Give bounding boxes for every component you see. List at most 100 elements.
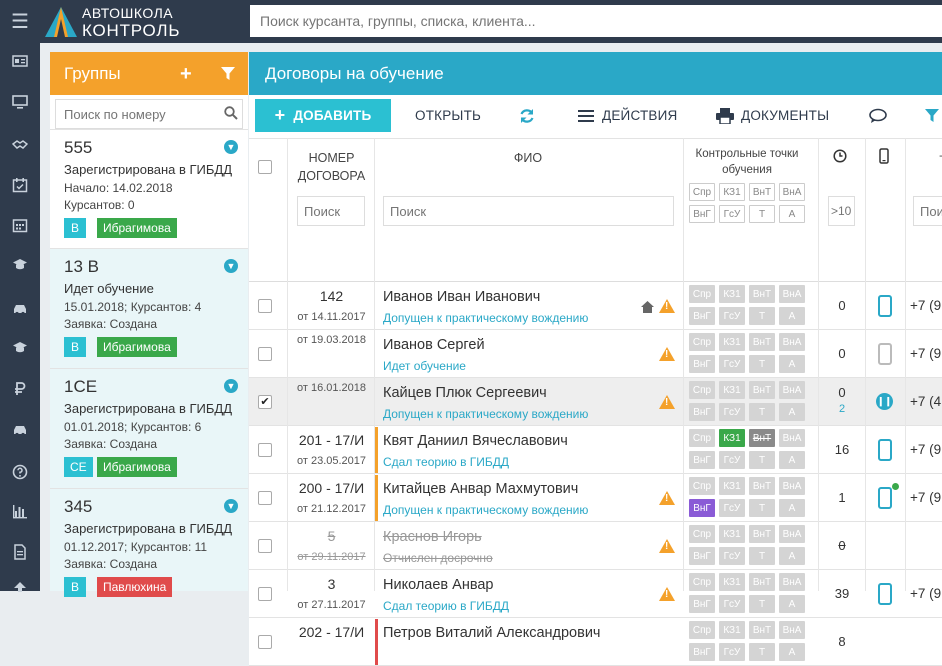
checkpoint-chip[interactable]: ВнТ (749, 381, 775, 399)
checkpoint-chip[interactable]: Т (749, 355, 775, 373)
help-icon[interactable] (0, 462, 40, 482)
checkpoint-header-chip[interactable]: Спр (689, 183, 715, 201)
chevron-down-icon[interactable]: ▼ (224, 259, 238, 273)
checkpoint-chip[interactable]: ВнГ (689, 643, 715, 661)
checkpoint-chip[interactable]: ВнА (779, 429, 805, 447)
checkpoint-chip[interactable]: ВнА (779, 525, 805, 543)
refresh-button[interactable] (519, 99, 535, 132)
checkpoint-chip[interactable]: ВнГ (689, 307, 715, 325)
menu-icon[interactable]: ☰ (0, 0, 40, 43)
checkpoint-chip[interactable]: ВнГ (689, 355, 715, 373)
mobile-app-icon[interactable] (878, 343, 892, 365)
checkpoint-chip[interactable]: ВнА (779, 381, 805, 399)
checkpoint-chip[interactable]: ГсУ (719, 355, 745, 373)
checkpoint-chip[interactable]: КЗ1 (719, 285, 745, 303)
checkpoint-chip[interactable]: Спр (689, 477, 715, 495)
checkpoint-chip[interactable]: КЗ1 (719, 429, 745, 447)
bar-chart-icon[interactable] (0, 501, 40, 521)
phone-filter-input[interactable] (913, 196, 942, 226)
checkpoint-chip[interactable]: Спр (689, 573, 715, 591)
checkpoint-chip[interactable]: ВнГ (689, 595, 715, 613)
row-checkbox[interactable] (258, 635, 272, 649)
checkpoint-chip[interactable]: Спр (689, 285, 715, 303)
table-row[interactable]: 3 от 27.11.2017 Николаев Анвар Сдал теорию … (249, 570, 942, 618)
checkpoint-header-chip[interactable]: ВнТ (749, 183, 775, 201)
graduation-cap-icon[interactable] (0, 254, 40, 274)
checkpoint-chip[interactable]: А (779, 355, 805, 373)
checkpoint-chip[interactable]: ВнА (779, 285, 805, 303)
document-icon[interactable] (0, 542, 40, 562)
group-card[interactable]: 555 ▼ Зарегистрирована в ГИБДД Начало: 14.0… (50, 129, 248, 248)
checkpoint-chip[interactable]: ВнА (779, 573, 805, 591)
table-row[interactable]: 5 от 29.11.2017 Краснов Игорь Отчислен доср… (249, 522, 942, 570)
checkpoint-chip[interactable]: ГсУ (719, 499, 745, 517)
row-checkbox[interactable]: ✔ (258, 395, 272, 409)
group-search-input[interactable] (55, 99, 243, 129)
mobile-app-icon[interactable] (878, 439, 892, 461)
checkpoint-chip[interactable]: Т (749, 403, 775, 421)
id-card-icon[interactable] (0, 51, 40, 71)
checkpoint-header-chip[interactable]: КЗ1 (719, 183, 745, 201)
checkpoint-chip[interactable]: Спр (689, 525, 715, 543)
checkpoint-chip[interactable]: А (779, 307, 805, 325)
app-logo[interactable]: АВТОШКОЛА КОНТРОЛЬ (42, 4, 242, 40)
table-row[interactable]: 142 от 14.11.2017 Иванов Иван Иванович Допу… (249, 282, 942, 330)
pause-icon[interactable]: ❙❙ (876, 393, 893, 410)
count-filter-input[interactable] (828, 196, 855, 226)
row-checkbox[interactable] (258, 347, 272, 361)
checkpoint-chip[interactable]: КЗ1 (719, 573, 745, 591)
calendar-icon[interactable] (0, 215, 40, 235)
checkpoint-chip[interactable]: ВнТ (749, 621, 775, 639)
checkpoint-chip[interactable]: Т (749, 547, 775, 565)
checkpoint-chip[interactable]: Спр (689, 621, 715, 639)
checkpoint-chip[interactable]: Т (749, 307, 775, 325)
student-name[interactable]: Петров Виталий Александрович (383, 625, 600, 641)
student-name[interactable]: Китайцев Анвар Махмутович (383, 481, 578, 497)
chevron-down-icon[interactable]: ▼ (224, 140, 238, 154)
student-name[interactable]: Кайцев Плюк Сергеевич (383, 385, 547, 401)
checkpoint-chip[interactable]: ГсУ (719, 403, 745, 421)
column-header-number[interactable]: НОМЕР ДОГОВОРА (289, 149, 374, 185)
checkpoint-chip[interactable]: ВнА (779, 477, 805, 495)
table-row[interactable]: 202 - 17/И Петров Виталий Александрович Сп… (249, 618, 942, 666)
chevron-down-icon[interactable]: ▼ (224, 499, 238, 513)
column-header-fio[interactable]: ФИО (383, 151, 673, 165)
student-name[interactable]: Иванов Иван Иванович (383, 289, 540, 305)
row-checkbox[interactable] (258, 443, 272, 457)
global-search-input[interactable] (250, 5, 942, 37)
documents-button[interactable]: ДОКУМЕНТЫ (716, 99, 829, 132)
table-filter-button[interactable] (925, 99, 939, 132)
mobile-app-icon[interactable] (878, 487, 892, 509)
handshake-icon[interactable] (0, 134, 40, 154)
checkpoint-chip[interactable]: ВнТ (749, 429, 775, 447)
chevron-down-icon[interactable]: ▼ (224, 379, 238, 393)
group-card[interactable]: 1CE ▼ Зарегистрирована в ГИБДД 01.01.2018; … (50, 368, 248, 488)
checkpoint-chip[interactable]: А (779, 547, 805, 565)
checkpoint-header-chip[interactable]: ВнА (779, 183, 805, 201)
filter-icon[interactable] (221, 67, 235, 81)
checkpoint-chip[interactable]: ГсУ (719, 307, 745, 325)
search-icon[interactable] (224, 106, 238, 120)
mobile-app-icon[interactable] (878, 583, 892, 605)
checkpoint-chip[interactable]: А (779, 403, 805, 421)
checkpoint-chip[interactable]: ГсУ (719, 643, 745, 661)
checkpoint-chip[interactable]: ГсУ (719, 451, 745, 469)
table-row[interactable]: ✔ от 16.01.2018 Кайцев Плюк Сергеевич Допущ… (249, 378, 942, 426)
calendar-check-icon[interactable] (0, 175, 40, 195)
checkpoint-header-chip[interactable]: ГсУ (719, 205, 745, 223)
checkpoint-chip[interactable]: Спр (689, 333, 715, 351)
checkpoint-chip[interactable]: КЗ1 (719, 381, 745, 399)
checkpoint-chip[interactable]: ВнТ (749, 333, 775, 351)
row-checkbox[interactable] (258, 587, 272, 601)
row-checkbox[interactable] (258, 299, 272, 313)
checkpoint-chip[interactable]: ВнА (779, 621, 805, 639)
checkpoint-chip[interactable]: ВнГ (689, 547, 715, 565)
checkpoint-chip[interactable]: КЗ1 (719, 621, 745, 639)
student-name[interactable]: Квят Даниил Вячеславович (383, 433, 568, 449)
row-checkbox[interactable] (258, 491, 272, 505)
car-icon[interactable] (0, 299, 40, 319)
checkpoint-chip[interactable]: ВнГ (689, 451, 715, 469)
fio-filter-input[interactable] (383, 196, 674, 226)
checkpoint-chip[interactable]: Т (749, 499, 775, 517)
checkpoint-header-chip[interactable]: А (779, 205, 805, 223)
